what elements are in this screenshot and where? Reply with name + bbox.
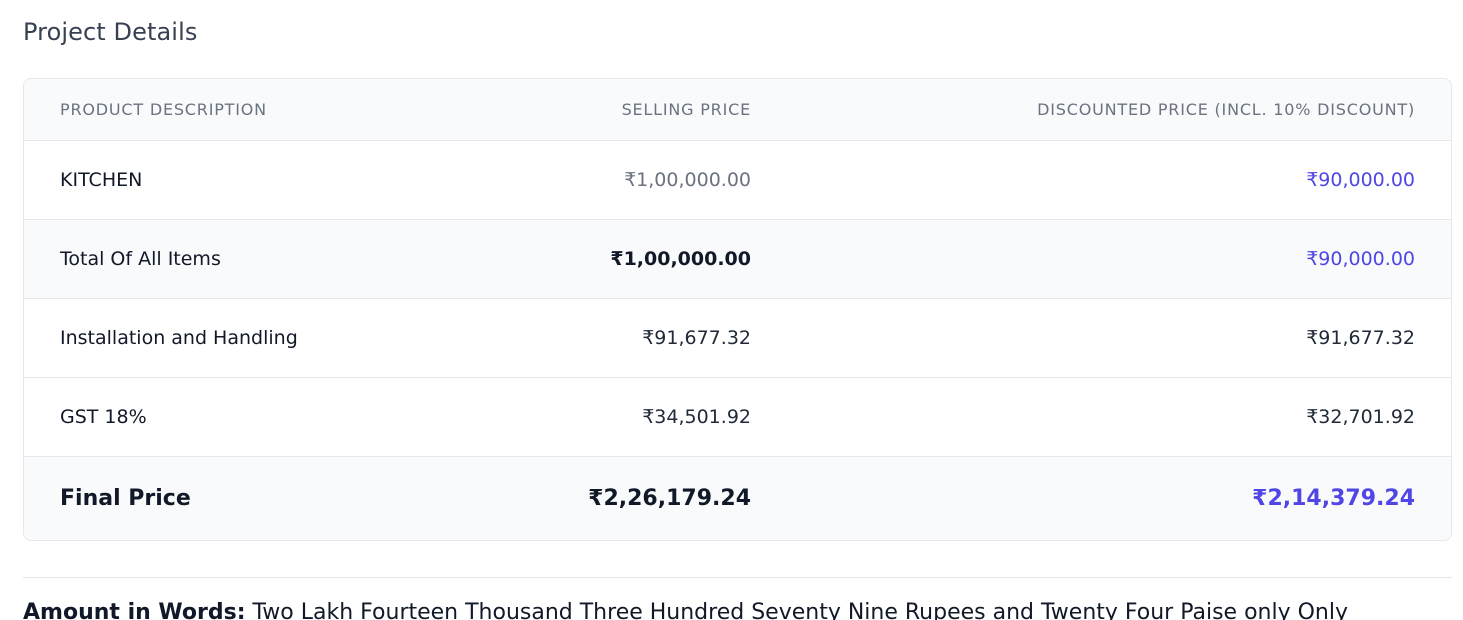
row-discounted-price: ₹90,000.00 (1306, 247, 1415, 270)
table-row-installation: Installation and Handling ₹91,677.32 ₹91… (24, 298, 1451, 377)
amount-in-words: Amount in Words: Two Lakh Fourteen Thous… (23, 600, 1348, 620)
row-description: KITCHEN (60, 168, 143, 191)
section-title: Project Details (23, 18, 198, 46)
price-table-card: PRODUCT DESCRIPTION SELLING PRICE DISCOU… (23, 78, 1452, 541)
amount-in-words-label: Amount in Words: (23, 600, 246, 620)
table-header-row: PRODUCT DESCRIPTION SELLING PRICE DISCOU… (24, 79, 1451, 141)
row-selling-price: ₹34,501.92 (642, 405, 751, 428)
row-discounted-price: ₹2,14,379.24 (1252, 485, 1415, 511)
table-header: PRODUCT DESCRIPTION SELLING PRICE DISCOU… (24, 79, 1451, 141)
row-selling-price: ₹1,00,000.00 (610, 247, 751, 270)
row-discounted-price: ₹32,701.92 (1306, 405, 1415, 428)
row-discounted-price: ₹90,000.00 (1306, 168, 1415, 191)
row-description: Installation and Handling (60, 326, 298, 349)
row-description: Total Of All Items (60, 247, 221, 270)
header-discounted-price: DISCOUNTED PRICE (INCL. 10% DISCOUNT) (751, 79, 1451, 141)
row-description: Final Price (60, 485, 191, 511)
header-product-description: PRODUCT DESCRIPTION (24, 79, 537, 141)
amount-in-words-value: Two Lakh Fourteen Thousand Three Hundred… (245, 600, 1349, 620)
row-selling-price: ₹1,00,000.00 (624, 168, 751, 191)
section-divider (23, 577, 1452, 578)
row-selling-price: ₹2,26,179.24 (588, 485, 751, 511)
row-description: GST 18% (60, 405, 147, 428)
header-selling-price: SELLING PRICE (537, 79, 751, 141)
table-body: KITCHEN ₹1,00,000.00 ₹90,000.00 Total Of… (24, 140, 1451, 540)
price-table: PRODUCT DESCRIPTION SELLING PRICE DISCOU… (24, 79, 1451, 540)
table-row-gst: GST 18% ₹34,501.92 ₹32,701.92 (24, 377, 1451, 456)
page: Project Details PRODUCT DESCRIPTION SELL… (0, 0, 1463, 620)
row-selling-price: ₹91,677.32 (642, 326, 751, 349)
table-row-total-items: Total Of All Items ₹1,00,000.00 ₹90,000.… (24, 219, 1451, 298)
table-row-kitchen: KITCHEN ₹1,00,000.00 ₹90,000.00 (24, 140, 1451, 219)
row-discounted-price: ₹91,677.32 (1306, 326, 1415, 349)
table-row-final-price: Final Price ₹2,26,179.24 ₹2,14,379.24 (24, 456, 1451, 540)
